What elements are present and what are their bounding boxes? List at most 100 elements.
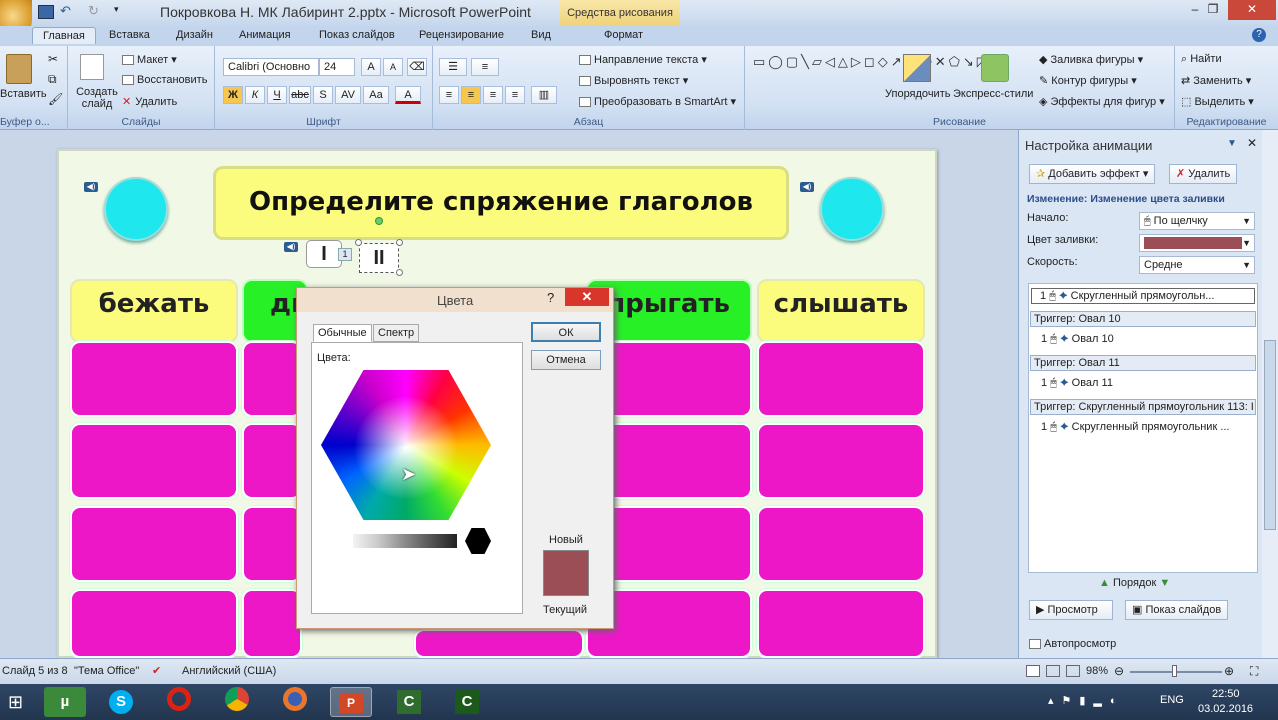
new-slide-icon[interactable]: [80, 54, 104, 80]
arrange-icon[interactable]: [903, 54, 931, 82]
resize-handle[interactable]: [396, 269, 403, 276]
answer-cell[interactable]: [242, 423, 302, 499]
shadow-button[interactable]: S: [313, 86, 333, 104]
help-icon[interactable]: ?: [1252, 28, 1266, 42]
answer-cell[interactable]: [242, 341, 302, 417]
clock-time[interactable]: 22:50: [1212, 688, 1240, 700]
shrink-font-button[interactable]: A: [383, 58, 403, 76]
clear-format-button[interactable]: ⌫: [407, 58, 427, 76]
save-icon[interactable]: [38, 5, 54, 19]
sound-icon[interactable]: ◀): [284, 242, 298, 252]
list-item[interactable]: 1 🖱 ✦ Овал 10: [1041, 332, 1114, 346]
vertical-scrollbar[interactable]: [1262, 130, 1278, 658]
answer-cell[interactable]: [70, 423, 238, 499]
marker-i-box[interactable]: I: [306, 240, 342, 268]
tab-home[interactable]: Главная: [32, 27, 96, 44]
answer-cell[interactable]: [242, 506, 302, 582]
utorrent-icon[interactable]: µ: [44, 687, 86, 717]
order-label[interactable]: ▲ Порядок ▼: [1099, 577, 1170, 589]
theme-name[interactable]: "Тема Office": [74, 665, 139, 677]
tab-insert[interactable]: Вставка: [109, 29, 150, 41]
format-painter-icon[interactable]: 🖌: [48, 92, 63, 106]
numbering-button[interactable]: ≡: [471, 58, 499, 76]
shape-outline-button[interactable]: ✎ Контур фигуры ▾: [1039, 74, 1137, 87]
strikethrough-button[interactable]: abc: [289, 86, 311, 104]
align-center-button[interactable]: ≡: [461, 86, 481, 104]
grow-font-button[interactable]: A: [361, 58, 381, 76]
slideshow-view-icon[interactable]: [1066, 665, 1080, 677]
font-name-field[interactable]: Calibri (Основно: [223, 58, 319, 76]
skype-icon[interactable]: S: [100, 687, 142, 717]
answer-cell[interactable]: [70, 589, 238, 658]
trigger-header[interactable]: Триггер: Овал 10: [1030, 311, 1256, 327]
layout-button[interactable]: Макет ▾: [122, 53, 177, 66]
shape-fill-button[interactable]: ◆ Заливка фигуры ▾: [1039, 53, 1143, 66]
answer-cell[interactable]: [70, 506, 238, 582]
opera-icon[interactable]: [158, 687, 200, 717]
redo-icon[interactable]: ↻: [88, 3, 99, 19]
add-effect-button[interactable]: ✰ Добавить эффект ▾: [1029, 164, 1156, 184]
copy-icon[interactable]: ⧉: [48, 72, 57, 87]
answer-cell[interactable]: [757, 341, 925, 417]
columns-button[interactable]: ▥: [531, 86, 557, 104]
tab-slideshow[interactable]: Показ слайдов: [319, 29, 395, 41]
italic-button[interactable]: К: [245, 86, 265, 104]
camtasia-icon[interactable]: C: [388, 687, 430, 717]
grayscale-row[interactable]: [353, 534, 457, 548]
font-size-field[interactable]: 24: [319, 58, 355, 76]
dialog-close-button[interactable]: ✕: [565, 288, 609, 306]
list-item[interactable]: 1 🖱 ✦ Скругленный прямоугольник ...: [1041, 420, 1230, 434]
zoom-in-button[interactable]: ⊕: [1224, 664, 1234, 678]
verb-header[interactable]: слышать: [757, 279, 925, 343]
answer-cell[interactable]: [600, 423, 752, 499]
bold-button[interactable]: Ж: [223, 86, 243, 104]
remove-effect-button[interactable]: ✗ Удалить: [1169, 164, 1238, 184]
font-color-button[interactable]: A: [395, 86, 421, 104]
text-direction-button[interactable]: Направление текста ▾: [579, 53, 707, 66]
answer-cell[interactable]: [70, 341, 238, 417]
verb-header[interactable]: бежать: [70, 279, 238, 343]
tab-format[interactable]: Формат: [604, 29, 643, 41]
delete-slide-button[interactable]: ✕ Удалить: [122, 95, 177, 108]
fill-color-select[interactable]: ▼: [1139, 234, 1255, 252]
zoom-level[interactable]: 98%: [1086, 665, 1108, 677]
spacing-button[interactable]: AV: [335, 86, 361, 104]
marker-ii-box[interactable]: II: [359, 243, 399, 273]
tab-custom-colors[interactable]: Спектр: [373, 324, 420, 342]
firefox-icon[interactable]: [274, 687, 316, 717]
sound-icon[interactable]: ◀): [84, 182, 98, 192]
tab-view[interactable]: Вид: [531, 29, 551, 41]
zoom-out-button[interactable]: ⊖: [1114, 664, 1124, 678]
rotate-handle[interactable]: [375, 217, 383, 225]
tab-standard-colors[interactable]: Обычные: [313, 324, 372, 342]
pane-close-button[interactable]: ✕: [1247, 136, 1257, 150]
restore-button[interactable]: ❐: [1198, 0, 1228, 20]
shapes-gallery[interactable]: ▭◯▢╲▱◁△▷◻◇↗⌒⬭✕⬠↘◸☆: [753, 52, 1001, 110]
sound-icon[interactable]: ◀): [800, 182, 814, 192]
answer-cell[interactable]: [414, 629, 584, 658]
zoom-slider-thumb[interactable]: [1172, 665, 1177, 677]
scroll-thumb[interactable]: [1264, 340, 1276, 530]
answer-cell[interactable]: [600, 341, 752, 417]
oval-11[interactable]: [820, 177, 884, 241]
list-item[interactable]: 1 🖱 ✦ Овал 11: [1041, 376, 1113, 390]
replace-button[interactable]: ⇄ Заменить ▾: [1181, 74, 1251, 87]
answer-cell[interactable]: [242, 589, 302, 658]
select-button[interactable]: ⬚ Выделить ▾: [1181, 95, 1254, 108]
trigger-header[interactable]: Триггер: Овал 11: [1030, 355, 1256, 371]
start-select[interactable]: 🖱 По щелчку ▼: [1139, 212, 1255, 230]
slide-title-box[interactable]: Определите спряжение глаголов: [213, 166, 789, 240]
answer-cell[interactable]: [757, 506, 925, 582]
paste-icon[interactable]: [6, 54, 32, 84]
find-button[interactable]: ⌕ Найти: [1181, 53, 1222, 66]
ok-button[interactable]: ОК: [531, 322, 601, 342]
language-indicator[interactable]: Английский (США): [182, 665, 276, 677]
answer-cell[interactable]: [600, 506, 752, 582]
trigger-header[interactable]: Триггер: Скругленный прямоугольник 113: …: [1030, 399, 1256, 415]
slide-sorter-icon[interactable]: [1046, 665, 1060, 677]
undo-icon[interactable]: ↶: [60, 3, 71, 19]
windows-start-icon[interactable]: ⊞: [8, 692, 28, 712]
clock-date[interactable]: 03.02.2016: [1198, 703, 1253, 715]
tab-animation[interactable]: Анимация: [239, 29, 291, 41]
tab-review[interactable]: Рецензирование: [419, 29, 504, 41]
